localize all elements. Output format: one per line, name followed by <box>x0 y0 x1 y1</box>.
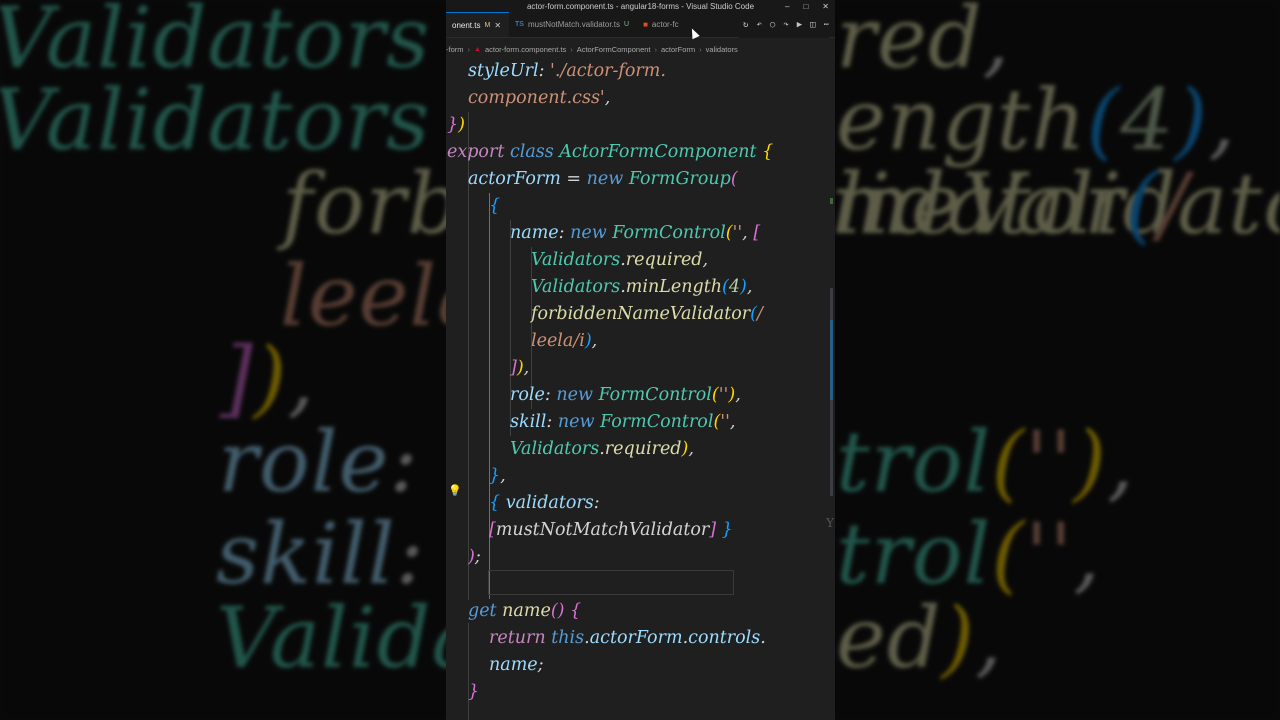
typescript-icon: TS <box>515 21 524 28</box>
code-line: { <box>489 196 501 216</box>
angular-icon: ▲ <box>474 45 481 53</box>
breadcrumb-item[interactable]: actorForm <box>661 45 695 54</box>
breadcrumb: -form › ▲ actor-form.component.ts › Acto… <box>446 42 835 56</box>
tab-actor-form-component[interactable]: onent.ts M ✕ <box>446 12 510 37</box>
code-line: skill: new FormControl('', <box>510 412 736 432</box>
lightbulb-icon[interactable]: 💡 <box>448 484 462 497</box>
code-line: Validators.minLength(4), <box>531 277 753 297</box>
code-line: { validators: <box>489 493 600 513</box>
tab-actor-form-html[interactable]: ■ actor-fc <box>637 12 687 37</box>
breadcrumb-item[interactable]: actor-form.component.ts <box>485 45 566 54</box>
code-line: Validators.required, <box>531 250 709 270</box>
code-editor[interactable]: styleUrl: './actor-form. component.css',… <box>446 58 826 720</box>
split-editor-icon[interactable]: ◫ <box>810 20 815 30</box>
window-title: actor-form.component.ts - angular18-form… <box>526 1 755 11</box>
code-line: name: new FormControl('', [ <box>510 223 761 243</box>
tab-must-not-match-validator[interactable]: TS mustNotMatch.validator.ts U <box>509 12 637 37</box>
code-line: actorForm = new FormGroup( <box>468 169 738 189</box>
close-tab-icon[interactable]: ✕ <box>494 21 501 30</box>
forward-icon[interactable]: ↷ <box>783 20 788 30</box>
source-control-icon[interactable]: ↻ <box>743 20 748 30</box>
window-controls: – □ ✕ <box>785 0 829 12</box>
editor-actions: ↻ ↶ ○ ↷ ▶ ◫ ⋯ <box>739 12 829 38</box>
code-line: }, <box>489 466 506 486</box>
code-line: name; <box>489 655 544 675</box>
code-line: forbiddenNameValidator(/ <box>531 304 763 324</box>
breadcrumb-item[interactable]: -form <box>446 45 464 54</box>
close-icon[interactable]: ✕ <box>822 2 829 11</box>
code-line: export class ActorFormComponent { <box>447 142 774 162</box>
untracked-badge: U <box>624 21 630 28</box>
code-line: } <box>468 682 480 702</box>
title-bar: actor-form.component.ts - angular18-form… <box>446 0 835 12</box>
code-line: ); <box>468 547 481 567</box>
code-line: Validators.required), <box>510 439 694 459</box>
bg-code-line: trol('', <box>836 505 1102 603</box>
code-line: return this.actorForm.controls. <box>489 628 766 648</box>
bg-code-line: Validators <box>0 0 431 87</box>
breadcrumb-item[interactable]: ActorFormComponent <box>577 45 651 54</box>
back-icon[interactable]: ↶ <box>756 20 761 30</box>
modified-badge: M <box>484 21 491 29</box>
run-icon[interactable]: ▶ <box>797 20 802 30</box>
bg-code-line: skill: <box>216 505 453 603</box>
code-line: ]), <box>510 358 530 378</box>
current-line-highlight <box>488 570 734 595</box>
code-line: role: new FormControl(''), <box>510 385 741 405</box>
code-line: styleUrl: './actor-form. <box>468 61 666 81</box>
bg-code-line: Validators <box>0 71 431 169</box>
code-line: [mustNotMatchValidator] } <box>489 520 733 540</box>
chevron-right-icon: › <box>699 44 702 54</box>
code-line: }) <box>447 115 465 135</box>
bg-code-line: lidator(/ <box>836 155 1189 253</box>
tab-label: onent.ts <box>452 20 481 30</box>
diff-icon[interactable]: ○ <box>770 20 775 30</box>
bg-code-line: ength(4), <box>836 71 1237 169</box>
scrollbar[interactable] <box>827 58 833 718</box>
tab-label: mustNotMatch.validator.ts <box>527 20 621 29</box>
bg-code-line: trol(''), <box>836 413 1135 511</box>
tab-bar: onent.ts M ✕ TS mustNotMatch.validator.t… <box>446 12 835 38</box>
more-actions-icon[interactable]: ⋯ <box>824 20 829 30</box>
code-line: component.css', <box>468 88 611 108</box>
bg-code-line: ]), <box>220 329 316 427</box>
chevron-right-icon: › <box>467 44 471 54</box>
chevron-right-icon: › <box>654 44 658 54</box>
scroll-marker <box>830 320 833 400</box>
bg-code-line: role: <box>218 413 447 511</box>
scroll-marker <box>830 198 833 204</box>
vscode-window: actor-form.component.ts - angular18-form… <box>446 0 835 720</box>
bg-code-line: ed), <box>836 589 1003 687</box>
minimize-icon[interactable]: – <box>785 2 789 11</box>
tab-label: actor-fc <box>651 20 679 29</box>
breadcrumb-item[interactable]: validators <box>706 45 738 54</box>
bg-code-line: red, <box>836 0 1011 87</box>
html5-icon: ■ <box>643 20 648 29</box>
maximize-icon[interactable]: □ <box>803 2 808 11</box>
chevron-right-icon: › <box>570 44 573 54</box>
code-line: leela/i), <box>531 331 598 351</box>
code-line: get name() { <box>468 601 582 621</box>
